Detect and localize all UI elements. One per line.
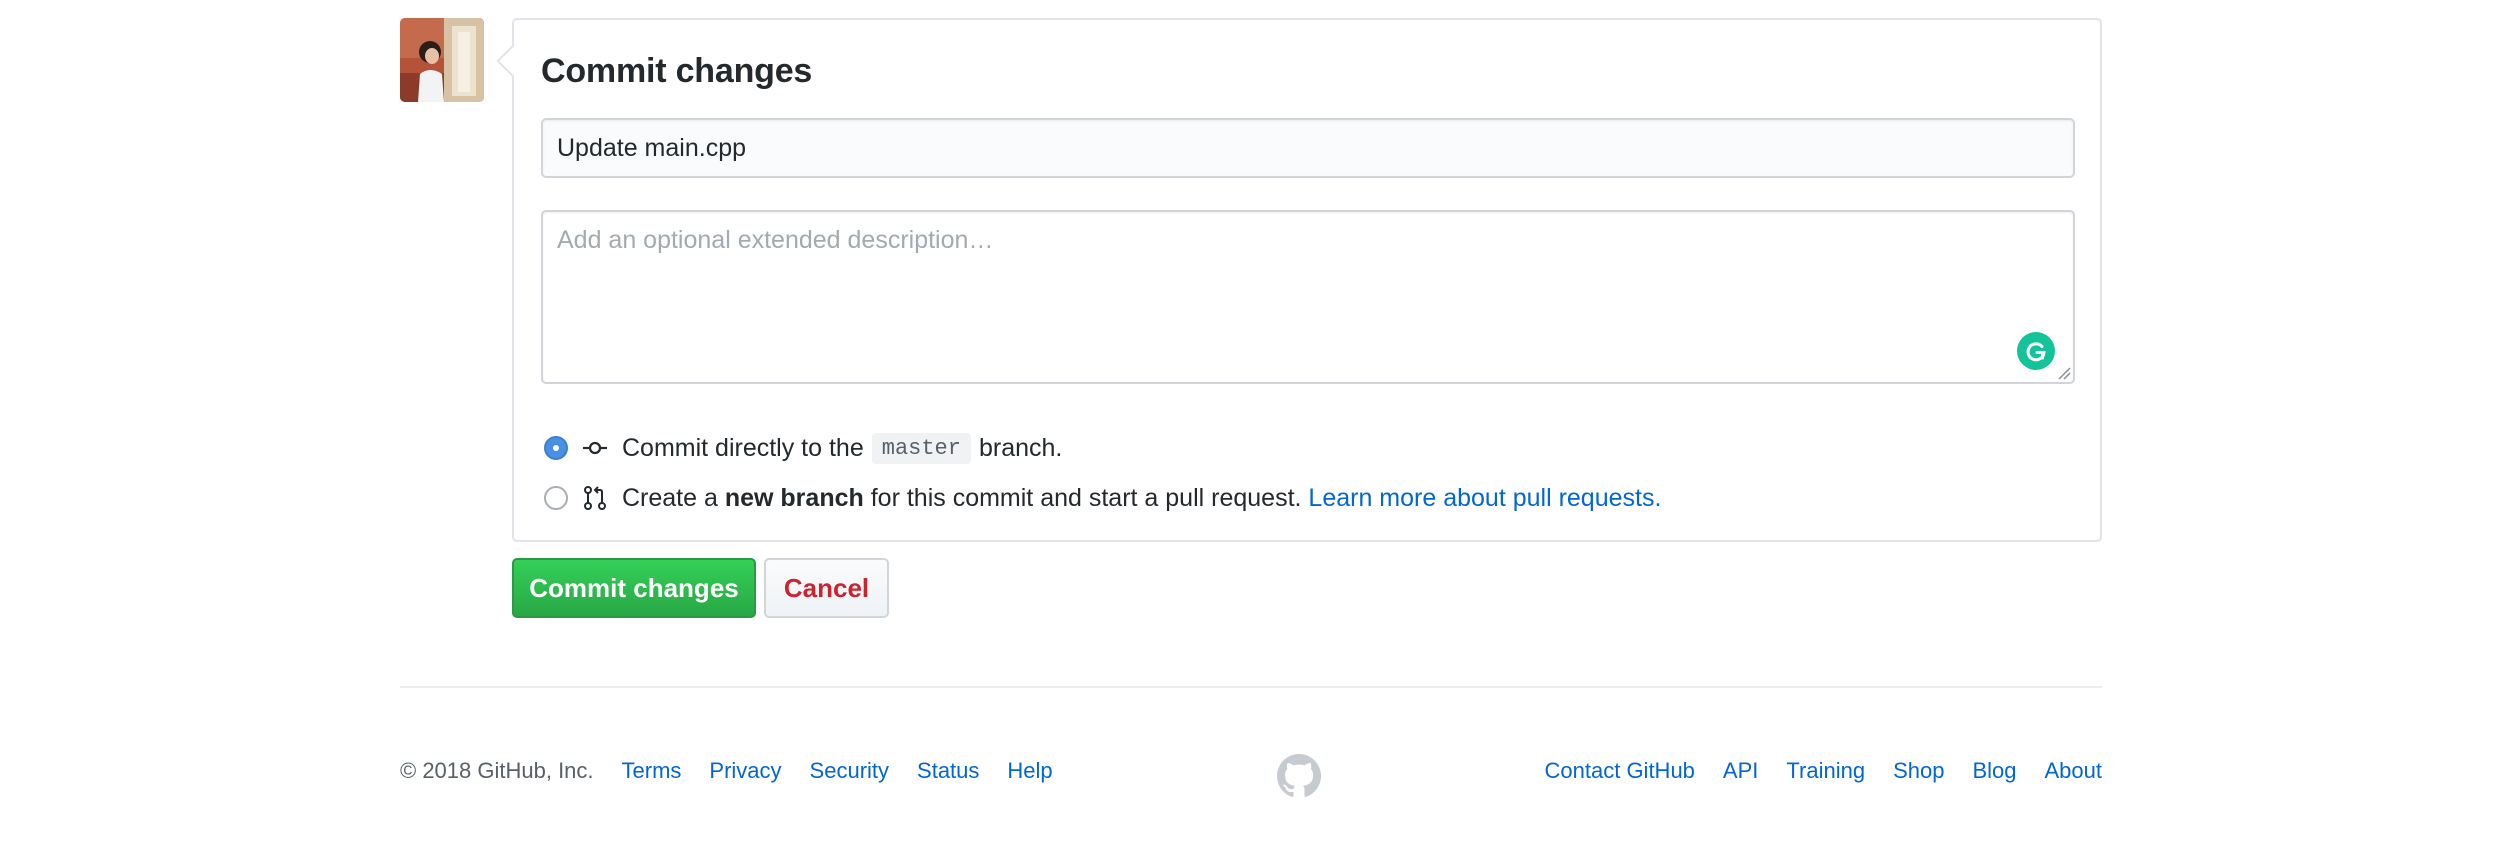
new-branch-radio[interactable] (544, 486, 568, 510)
git-commit-icon (582, 435, 608, 461)
commit-description-textarea[interactable] (541, 210, 2075, 384)
new-branch-bold-text: new branch (724, 483, 864, 512)
footer-link-privacy[interactable]: Privacy (709, 758, 781, 784)
footer-link-help[interactable]: Help (1007, 758, 1052, 784)
new-branch-text-after: for this commit and start a pull request… (870, 483, 1302, 512)
learn-more-pull-requests-link[interactable]: Learn more about pull requests. (1308, 484, 1661, 513)
commit-direct-option[interactable]: Commit directly to the master branch. (544, 430, 1062, 466)
footer-link-shop[interactable]: Shop (1893, 758, 1944, 784)
footer-right-links: Contact GitHub API Training Shop Blog Ab… (1517, 758, 2102, 784)
footer-link-terms[interactable]: Terms (622, 758, 682, 784)
new-branch-option[interactable]: Create a new branch for this commit and … (544, 480, 1661, 516)
avatar-image (400, 18, 484, 102)
branch-name-badge: master (871, 432, 971, 464)
footer-link-security[interactable]: Security (810, 758, 889, 784)
commit-summary-input[interactable] (541, 118, 2075, 178)
textarea-resize-handle[interactable] (2057, 366, 2071, 380)
footer-divider (400, 686, 2102, 688)
footer-link-about[interactable]: About (2045, 758, 2103, 784)
user-avatar[interactable] (400, 18, 484, 102)
grammarly-icon[interactable] (2017, 332, 2055, 370)
commit-changes-button[interactable]: Commit changes (512, 558, 756, 618)
commit-form: Commit changes Commit directly to the ma… (496, 18, 2102, 542)
commit-direct-radio[interactable] (544, 436, 568, 460)
commit-direct-text-before: Commit directly to the (622, 433, 864, 462)
cancel-button[interactable]: Cancel (764, 558, 889, 618)
footer-copyright: © 2018 GitHub, Inc. (400, 758, 594, 783)
commit-direct-text-after: branch. (978, 433, 1063, 462)
footer-link-status[interactable]: Status (917, 758, 979, 784)
avatar-pointer-arrow (496, 45, 528, 77)
github-mark-icon[interactable] (1277, 754, 1321, 798)
git-pull-request-icon (582, 485, 608, 511)
footer-link-contact-github[interactable]: Contact GitHub (1545, 758, 1695, 784)
footer-link-api[interactable]: API (1723, 758, 1758, 784)
commit-heading: Commit changes (541, 52, 813, 90)
footer-link-blog[interactable]: Blog (1972, 758, 2016, 784)
footer-left-links: © 2018 GitHub, Inc. Terms Privacy Securi… (400, 758, 1081, 784)
footer-link-training[interactable]: Training (1786, 758, 1865, 784)
new-branch-text-before: Create a (622, 483, 718, 512)
